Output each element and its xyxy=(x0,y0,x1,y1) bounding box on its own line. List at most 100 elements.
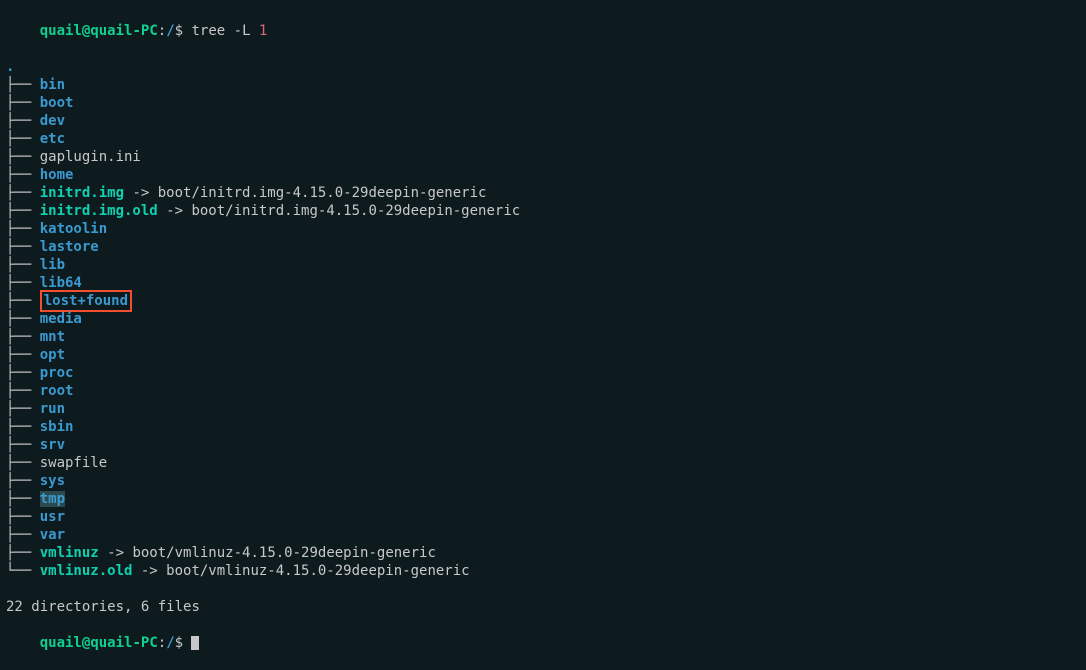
tree-branch-icon: ├── xyxy=(6,149,40,165)
entry-name: sbin xyxy=(40,419,74,435)
terminal-output[interactable]: quail@quail-PC:/$ tree -L 1 . ├── bin├──… xyxy=(6,4,1080,670)
entry-name: proc xyxy=(40,365,74,381)
tree-entry: ├── proc xyxy=(6,364,1080,382)
cursor xyxy=(191,636,199,650)
tree-entry: ├── lib xyxy=(6,256,1080,274)
tree-entry: ├── var xyxy=(6,526,1080,544)
prompt-user: quail xyxy=(40,23,82,39)
tree-entry: ├── usr xyxy=(6,508,1080,526)
symlink-target: boot/initrd.img-4.15.0-29deepin-generic xyxy=(191,203,520,219)
tree-branch-icon: ├── xyxy=(6,239,40,255)
prompt-colon: : xyxy=(158,635,166,651)
tree-branch-icon: ├── xyxy=(6,455,40,471)
summary-line: 22 directories, 6 files xyxy=(6,598,1080,616)
tree-branch-icon: ├── xyxy=(6,257,40,273)
tree-branch-icon: ├── xyxy=(6,347,40,363)
tree-branch-icon: ├── xyxy=(6,473,40,489)
highlight-box: lost+found xyxy=(40,290,132,312)
entry-name: katoolin xyxy=(40,221,107,237)
entry-name: gaplugin.ini xyxy=(40,149,141,165)
tree-branch-icon: ├── xyxy=(6,275,40,291)
entry-name: swapfile xyxy=(40,455,107,471)
entry-name: initrd.img.old xyxy=(40,203,158,219)
tree-branch-icon: ├── xyxy=(6,329,40,345)
tree-branch-icon: ├── xyxy=(6,203,40,219)
tree-entry: ├── katoolin xyxy=(6,220,1080,238)
entry-name: var xyxy=(40,527,65,543)
entry-name: media xyxy=(40,311,82,327)
tree-branch-icon: ├── xyxy=(6,185,40,201)
symlink-target: boot/vmlinuz-4.15.0-29deepin-generic xyxy=(132,545,435,561)
tree-entry: ├── boot xyxy=(6,94,1080,112)
tree-branch-icon: └── xyxy=(6,563,40,579)
tree-branch-icon: ├── xyxy=(6,311,40,327)
tree-entry: ├── opt xyxy=(6,346,1080,364)
symlink-target: boot/initrd.img-4.15.0-29deepin-generic xyxy=(158,185,487,201)
tree-entry: ├── sbin xyxy=(6,418,1080,436)
entry-name: opt xyxy=(40,347,65,363)
tree-branch-icon: ├── xyxy=(6,509,40,525)
tree-entry: ├── lastore xyxy=(6,238,1080,256)
tree-entry: ├── vmlinuz -> boot/vmlinuz-4.15.0-29dee… xyxy=(6,544,1080,562)
prompt-dollar: $ xyxy=(175,635,192,651)
prompt-dollar: $ xyxy=(175,23,183,39)
entry-name: bin xyxy=(40,77,65,93)
tree-entry: ├── swapfile xyxy=(6,454,1080,472)
tree-branch-icon: ├── xyxy=(6,491,40,507)
prompt-host: quail-PC xyxy=(90,635,157,651)
prompt-colon: : xyxy=(158,23,166,39)
tree-branch-icon: ├── xyxy=(6,545,40,561)
tree-root: . xyxy=(6,58,1080,76)
entry-name: lastore xyxy=(40,239,99,255)
tree-entry: ├── tmp xyxy=(6,490,1080,508)
entry-name: lib xyxy=(40,257,65,273)
blank-line xyxy=(6,580,1080,598)
command-arg: 1 xyxy=(259,23,267,39)
tree-branch-icon: ├── xyxy=(6,437,40,453)
tree-listing: ├── bin├── boot├── dev├── etc├── gaplugi… xyxy=(6,76,1080,580)
tree-branch-icon: ├── xyxy=(6,131,40,147)
symlink-arrow-icon: -> xyxy=(124,185,158,201)
entry-name: usr xyxy=(40,509,65,525)
entry-name: home xyxy=(40,167,74,183)
tree-entry: ├── lost+found xyxy=(6,292,1080,310)
tree-entry: ├── bin xyxy=(6,76,1080,94)
entry-name: initrd.img xyxy=(40,185,124,201)
prompt-path: / xyxy=(166,635,174,651)
symlink-arrow-icon: -> xyxy=(99,545,133,561)
tree-entry: ├── etc xyxy=(6,130,1080,148)
prompt-path: / xyxy=(166,23,174,39)
prompt-line-1: quail@quail-PC:/$ tree -L 1 xyxy=(6,4,1080,58)
tree-branch-icon: ├── xyxy=(6,95,40,111)
tree-entry: ├── initrd.img -> boot/initrd.img-4.15.0… xyxy=(6,184,1080,202)
tree-branch-icon: ├── xyxy=(6,401,40,417)
tree-entry: ├── dev xyxy=(6,112,1080,130)
tree-branch-icon: ├── xyxy=(6,365,40,381)
tree-entry: ├── mnt xyxy=(6,328,1080,346)
tree-entry: ├── run xyxy=(6,400,1080,418)
tree-branch-icon: ├── xyxy=(6,419,40,435)
entry-name: sys xyxy=(40,473,65,489)
entry-name: boot xyxy=(40,95,74,111)
entry-name: vmlinuz.old xyxy=(40,563,133,579)
entry-name: dev xyxy=(40,113,65,129)
tree-branch-icon: ├── xyxy=(6,527,40,543)
prompt-host: quail-PC xyxy=(90,23,157,39)
tree-entry: ├── initrd.img.old -> boot/initrd.img-4.… xyxy=(6,202,1080,220)
entry-name: tmp xyxy=(40,491,65,507)
symlink-target: boot/vmlinuz-4.15.0-29deepin-generic xyxy=(166,563,469,579)
tree-entry: ├── sys xyxy=(6,472,1080,490)
tree-entry: └── vmlinuz.old -> boot/vmlinuz-4.15.0-2… xyxy=(6,562,1080,580)
tree-entry: ├── media xyxy=(6,310,1080,328)
entry-name: mnt xyxy=(40,329,65,345)
tree-branch-icon: ├── xyxy=(6,383,40,399)
entry-name: root xyxy=(40,383,74,399)
entry-name: lost+found xyxy=(44,293,128,309)
command: tree -L xyxy=(183,23,259,39)
tree-entry: ├── lib64 xyxy=(6,274,1080,292)
entry-name: lib64 xyxy=(40,275,82,291)
tree-branch-icon: ├── xyxy=(6,221,40,237)
tree-branch-icon: ├── xyxy=(6,113,40,129)
entry-name: etc xyxy=(40,131,65,147)
tree-entry: ├── gaplugin.ini xyxy=(6,148,1080,166)
